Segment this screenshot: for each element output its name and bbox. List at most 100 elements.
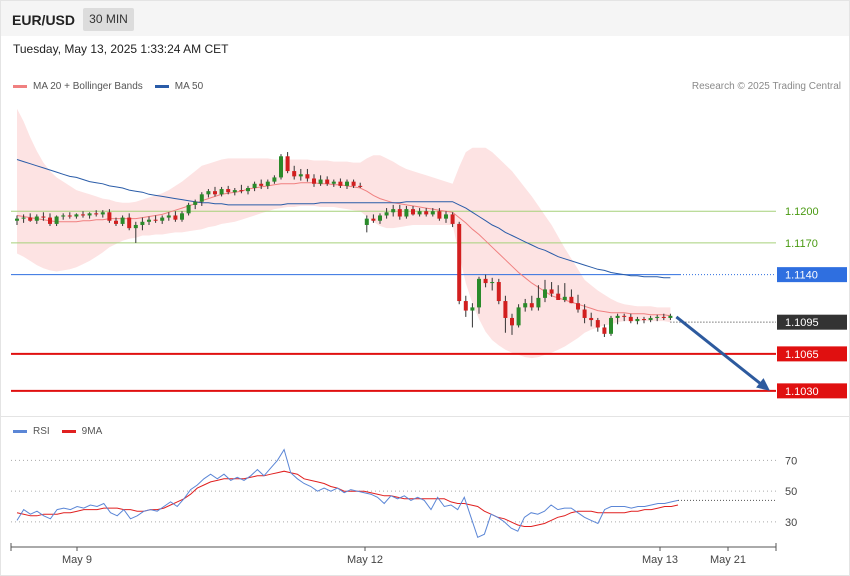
candle-body [246, 187, 250, 192]
candle-body [345, 181, 349, 186]
candle-body [397, 209, 402, 217]
candle-body [430, 211, 435, 215]
candle-body [199, 194, 204, 202]
candle-body [510, 317, 514, 326]
candle-body [67, 215, 72, 217]
candle-body [298, 174, 303, 177]
candle-body [543, 289, 547, 298]
candle-body [668, 315, 673, 318]
candle-body [160, 217, 165, 221]
candle-body [226, 189, 231, 193]
candle-body [114, 220, 118, 224]
candle-body [562, 296, 567, 300]
candle-body [219, 189, 224, 195]
candle-body [536, 297, 541, 308]
candle-body [358, 185, 363, 187]
candle-body [615, 315, 620, 318]
candle-body [470, 307, 475, 311]
candle-body [622, 315, 627, 317]
candle-body [351, 181, 356, 186]
candle-body [272, 177, 277, 182]
candle-body [384, 212, 389, 216]
candle-body [292, 171, 297, 177]
candle-body [48, 217, 52, 224]
candle-body [21, 217, 26, 219]
candle-body [54, 216, 59, 224]
candle-body [609, 317, 613, 334]
rsi-tick-70: 70 [785, 455, 797, 467]
candle-body [153, 219, 158, 221]
forecast-arrow-shaft [675, 315, 763, 387]
level-label-5: 1.1030 [785, 386, 819, 398]
candle-body [173, 215, 178, 220]
candle-body [582, 309, 587, 318]
candle-body [503, 301, 508, 318]
rsi-ma-line [16, 470, 679, 527]
candle-body [193, 201, 198, 205]
candle-body [523, 303, 528, 308]
candle-body [378, 215, 382, 221]
candle-body [34, 216, 39, 221]
candle-body [28, 217, 33, 221]
candle-body [655, 316, 660, 318]
time-tick-label-1: May 12 [347, 554, 383, 566]
candle-body [444, 214, 448, 219]
candle-body [404, 209, 409, 217]
candle-body [41, 216, 46, 218]
candle-body [437, 211, 442, 219]
candle-body [602, 327, 607, 334]
candle-body [61, 215, 66, 217]
candle-body [140, 221, 145, 225]
rsi-tick-50: 50 [785, 486, 797, 498]
candle-body [364, 218, 369, 225]
candle-body [74, 214, 79, 217]
candle-body [648, 317, 653, 321]
candle-body [318, 179, 323, 184]
candle-body [450, 214, 455, 224]
candle-body [87, 213, 92, 216]
candle-body [206, 191, 211, 195]
candle-body [391, 209, 396, 213]
bollinger-band-area [17, 108, 671, 359]
candle-body [424, 211, 429, 215]
candle-body [463, 301, 468, 311]
candle-body [661, 316, 666, 318]
candle-body [417, 211, 422, 215]
rsi-tick-30: 30 [785, 517, 797, 529]
candle-body [127, 217, 132, 229]
candle-body [166, 215, 171, 218]
candle-body [180, 213, 184, 220]
candle-body [252, 183, 257, 188]
candle-body [483, 278, 488, 284]
candle-body [595, 320, 600, 328]
chart-canvas: 1.1200 1.1170 1.1140 1.1095 1.1065 1.1030 70 50… [10, 108, 847, 566]
candle-body [312, 178, 316, 184]
candle-body [232, 190, 237, 193]
candle-body [477, 278, 481, 308]
candle-body [457, 223, 462, 302]
candle-body [94, 213, 99, 215]
candle-body [628, 316, 633, 322]
candle-body [556, 293, 561, 300]
candle-body [569, 296, 574, 304]
candle-body [15, 218, 19, 221]
level-label-3: 1.1095 [785, 317, 819, 329]
candle-body [576, 303, 580, 310]
level-label-1: 1.1170 [785, 238, 818, 250]
candle-body [133, 224, 138, 229]
candle-body [411, 209, 415, 215]
candle-body [338, 181, 343, 186]
candle-body [529, 303, 534, 308]
candle-body [239, 190, 244, 192]
candle-body [490, 282, 495, 284]
level-label-4: 1.1065 [785, 349, 819, 361]
candle-body [147, 219, 151, 222]
rsi-line [16, 448, 679, 538]
candle-body [285, 156, 290, 172]
time-tick-label-0: May 9 [62, 554, 92, 566]
candle-body [120, 217, 125, 224]
level-label-0: 1.1200 [785, 206, 819, 218]
candle-body [259, 183, 264, 186]
candle-body [265, 181, 270, 186]
candle-body [371, 218, 376, 221]
